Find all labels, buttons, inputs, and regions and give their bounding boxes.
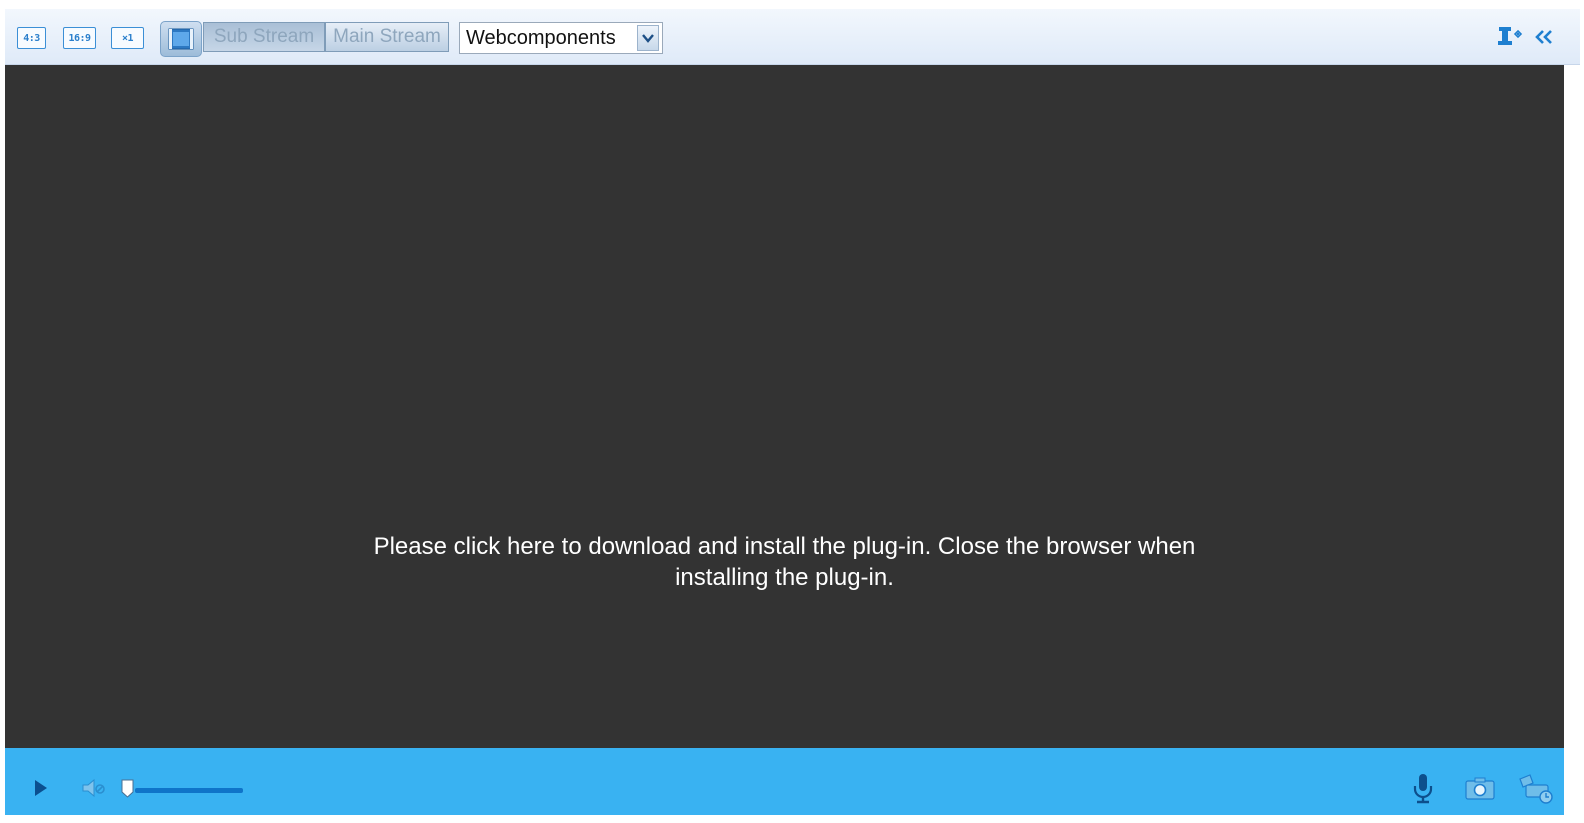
aspect-16-9-button[interactable]: 16:9 <box>63 27 96 49</box>
aspect-4-3-button[interactable]: 4:3 <box>17 27 46 49</box>
chevron-down-icon[interactable] <box>637 25 659 51</box>
download-plugin-text[interactable]: Please click here to download and instal… <box>335 531 1235 593</box>
play-icon[interactable] <box>31 776 51 800</box>
record-icon[interactable] <box>1517 772 1557 806</box>
camera-capture-icon[interactable] <box>1464 774 1496 802</box>
fill-window-button[interactable] <box>160 21 202 57</box>
fill-window-icon <box>168 28 194 50</box>
download-plugin-link[interactable]: Please click here to download and instal… <box>5 531 1564 593</box>
collapse-double-chevron-icon[interactable] <box>1531 23 1557 51</box>
plugin-select-value: Webcomponents <box>466 26 616 49</box>
volume-slider-thumb[interactable] <box>121 779 134 798</box>
original-size-button[interactable]: ×1 <box>111 27 144 49</box>
volume-slider-track[interactable] <box>135 788 243 793</box>
bottom-control-bar <box>5 748 1564 815</box>
top-toolbar: 4:3 16:9 ×1 Sub Stream Main Stream Webco… <box>5 9 1580 65</box>
main-stream-button[interactable]: Main Stream <box>325 22 449 52</box>
speaker-icon[interactable] <box>80 776 110 800</box>
microphone-icon[interactable] <box>1409 772 1437 806</box>
sub-stream-button[interactable]: Sub Stream <box>203 22 325 52</box>
plugin-select[interactable]: Webcomponents <box>459 22 663 54</box>
video-viewport: Please click here to download and instal… <box>5 65 1564 748</box>
ptz-control-icon[interactable] <box>1493 23 1527 51</box>
